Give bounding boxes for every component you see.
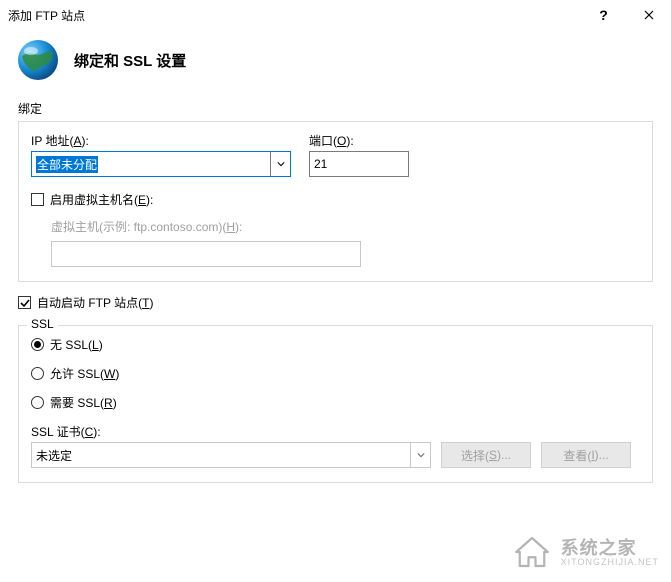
close-button[interactable] <box>626 0 671 30</box>
chevron-down-icon <box>277 160 285 168</box>
dialog-add-ftp-site: 添加 FTP 站点 ? 绑定和 SSL 设置 <box>0 0 671 582</box>
port-input[interactable] <box>309 151 409 177</box>
allow-ssl-label: 允许 SSL(W) <box>50 365 119 382</box>
close-icon <box>644 10 654 20</box>
ssl-cert-value: 未选定 <box>36 447 72 464</box>
watermark-sub: XITONGZHIJIA.NET <box>561 558 659 568</box>
allow-ssl-radio[interactable] <box>31 367 44 380</box>
chevron-down-icon <box>417 451 425 459</box>
ip-address-select[interactable]: 全部未分配 <box>31 151 291 177</box>
binding-group: IP 地址(A): 全部未分配 端口(O): <box>18 121 653 282</box>
window-title: 添加 FTP 站点 <box>8 7 581 24</box>
ssl-group: SSL 无 SSL(L) 允许 SSL(W) 需要 SSL(R) <box>18 325 653 483</box>
virtual-host-input <box>51 241 361 267</box>
watermark-name: 系统之家 <box>561 539 659 559</box>
ssl-cert-dropdown-button[interactable] <box>410 443 430 467</box>
ip-address-dropdown-button[interactable] <box>270 152 290 176</box>
port-label: 端口(O): <box>309 132 409 149</box>
help-button[interactable]: ? <box>581 0 626 30</box>
house-icon <box>511 531 553 576</box>
page-title: 绑定和 SSL 设置 <box>74 50 186 71</box>
require-ssl-radio[interactable] <box>31 396 44 409</box>
ssl-cert-select[interactable]: 未选定 <box>31 442 431 468</box>
require-ssl-label: 需要 SSL(R) <box>50 394 117 411</box>
no-ssl-label: 无 SSL(L) <box>50 336 103 353</box>
globe-icon <box>16 38 60 82</box>
select-cert-button[interactable]: 选择(S)... <box>441 442 531 468</box>
no-ssl-radio[interactable] <box>31 338 44 351</box>
ssl-group-label: SSL <box>27 317 58 331</box>
virtual-host-hint-label: 虚拟主机(示例: ftp.contoso.com)(H): <box>51 218 640 235</box>
auto-start-ftp-label: 自动启动 FTP 站点(T) <box>37 294 153 311</box>
enable-virtual-hostname-label: 启用虚拟主机名(E): <box>50 191 153 208</box>
watermark: 系统之家 XITONGZHIJIA.NET <box>511 531 659 576</box>
titlebar: 添加 FTP 站点 ? <box>0 0 671 30</box>
binding-group-label: 绑定 <box>18 100 653 117</box>
auto-start-ftp-checkbox[interactable] <box>18 296 31 309</box>
checkmark-icon <box>20 298 30 308</box>
ip-address-label: IP 地址(A): <box>31 132 291 149</box>
ip-address-value: 全部未分配 <box>36 156 98 173</box>
enable-virtual-hostname-checkbox[interactable] <box>31 193 44 206</box>
view-cert-button[interactable]: 查看(I)... <box>541 442 631 468</box>
content-area: 绑定 IP 地址(A): 全部未分配 端口(O): <box>0 92 671 483</box>
page-header: 绑定和 SSL 设置 <box>0 30 671 92</box>
ssl-cert-label: SSL 证书(C): <box>31 423 640 440</box>
